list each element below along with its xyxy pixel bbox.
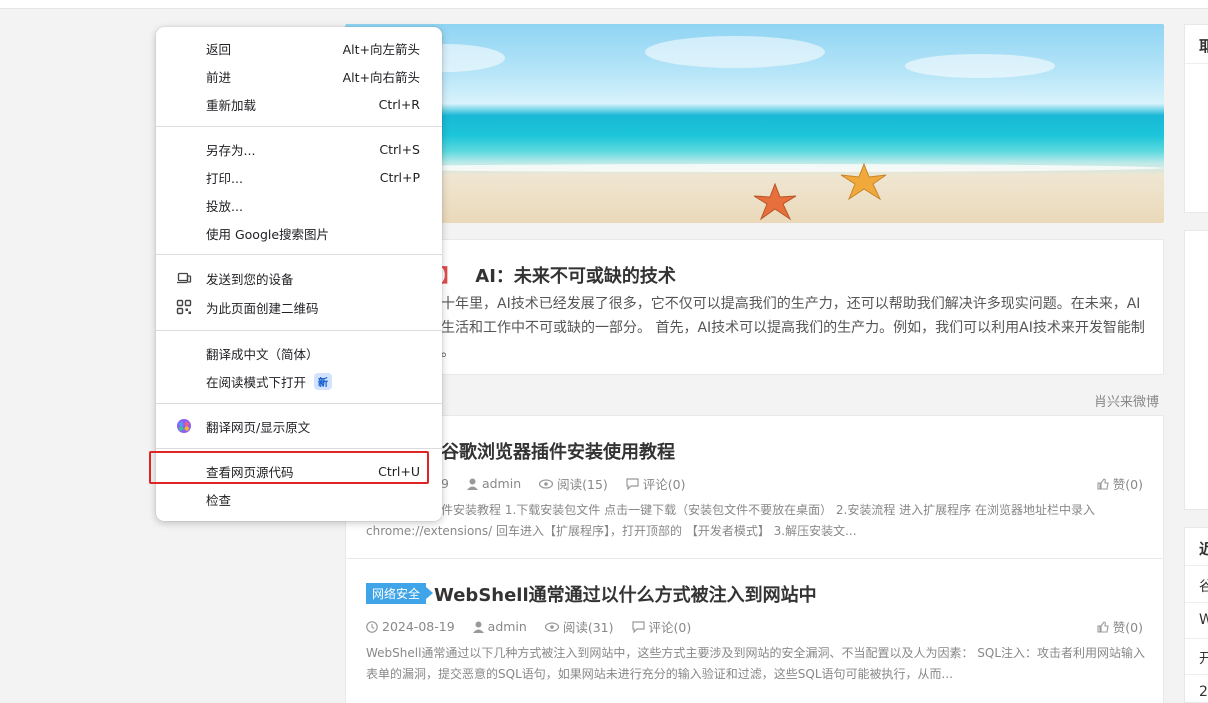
comment-icon bbox=[626, 477, 639, 490]
post-views: 阅读(31) bbox=[544, 617, 614, 636]
featured-excerpt: 十年里，AI技术已经发展了很多，它不仅可以提高我们的生产力，还可以帮助我们解决许… bbox=[441, 296, 1145, 360]
starfish-yellow-icon bbox=[840, 162, 887, 201]
featured-title[interactable]: 】 AI：未来不可或缺的技术 bbox=[441, 262, 676, 288]
featured-article: 】 AI：未来不可或缺的技术 十年里，AI技术已经发展了很多，它不仅可以提高我们… bbox=[345, 239, 1164, 375]
post-excerpt: 件安装教程 1.下载安装包文件 点击一键下载（安装包文件不要放在桌面） 2.安装… bbox=[366, 503, 1095, 538]
featured-tag: 】 bbox=[441, 266, 459, 287]
post-date: 2024-08-19 bbox=[366, 619, 455, 634]
thumbs-up-icon bbox=[1097, 477, 1109, 490]
menu-item-inspect[interactable]: 检查 bbox=[156, 485, 442, 513]
like-button[interactable]: 赞(0) bbox=[1097, 617, 1143, 636]
new-badge: 新 bbox=[314, 372, 333, 390]
menu-item-cast[interactable]: 投放... bbox=[156, 191, 442, 219]
menu-separator bbox=[156, 126, 442, 127]
sidebar-box-3: 近 谷 W 开 2 bbox=[1184, 527, 1208, 703]
sidebar-list-item[interactable]: 2 bbox=[1199, 684, 1208, 700]
like-button[interactable]: 赞(0) bbox=[1097, 474, 1143, 493]
menu-item-send-to-device[interactable]: 发送到您的设备 bbox=[156, 264, 442, 292]
sidebar-box-1-title: 耶 bbox=[1199, 37, 1208, 55]
comment-icon bbox=[631, 620, 645, 633]
menu-separator bbox=[156, 330, 442, 331]
translate-extension-icon bbox=[177, 419, 191, 433]
post-card: 谷歌浏览器插件安装使用教程 9 admin 阅读(15) 评论(0) 赞(0) … bbox=[345, 415, 1164, 559]
clock-icon bbox=[366, 620, 378, 633]
sidebar-box-1: 耶 bbox=[1184, 24, 1208, 213]
device-icon bbox=[177, 272, 192, 284]
context-menu: 返回 Alt+向左箭头 前进 Alt+向右箭头 重新加载 Ctrl+R 另存为... C… bbox=[156, 27, 442, 521]
qr-code-icon bbox=[176, 299, 192, 315]
post-card: 网络安全 WebShell通常通过以什么方式被注入到网站中 2024-08-19 … bbox=[345, 559, 1164, 703]
post-comments[interactable]: 评论(0) bbox=[626, 474, 686, 493]
category-badge[interactable]: 网络安全 bbox=[366, 583, 434, 604]
menu-separator bbox=[156, 403, 442, 404]
post-author[interactable]: admin bbox=[472, 619, 527, 634]
menu-item-translate-extension[interactable]: 翻译网页/显示原文 bbox=[156, 412, 442, 440]
menu-item-reading-mode[interactable]: 在阅读模式下打开新 bbox=[156, 367, 442, 395]
menu-item-save-as[interactable]: 另存为... Ctrl+S bbox=[156, 135, 442, 163]
post-views: 阅读(15) bbox=[539, 474, 608, 493]
menu-item-print[interactable]: 打印... Ctrl+P bbox=[156, 163, 442, 191]
sidebar-box-2 bbox=[1184, 230, 1208, 510]
post-date: 9 bbox=[441, 476, 449, 491]
eye-icon bbox=[539, 478, 554, 489]
sidebar-list-item[interactable]: 开 bbox=[1199, 648, 1208, 668]
weibo-link[interactable]: 肖兴来微博 bbox=[1094, 391, 1159, 410]
starfish-orange-icon bbox=[753, 182, 797, 221]
hero-banner[interactable] bbox=[345, 24, 1164, 223]
sidebar-box-3-title: 近 bbox=[1199, 540, 1208, 558]
sidebar-list-item[interactable]: 谷 bbox=[1199, 576, 1208, 596]
post-title[interactable]: 谷歌浏览器插件安装使用教程 bbox=[441, 438, 675, 464]
post-author[interactable]: admin bbox=[466, 476, 521, 491]
post-meta: 2024-08-19 admin 阅读(31) 评论(0) bbox=[366, 617, 691, 636]
highlight-box bbox=[149, 451, 429, 484]
menu-item-reload[interactable]: 重新加载 Ctrl+R bbox=[156, 90, 442, 118]
menu-item-back[interactable]: 返回 Alt+向左箭头 bbox=[156, 34, 442, 62]
menu-item-forward[interactable]: 前进 Alt+向右箭头 bbox=[156, 62, 442, 90]
menu-separator bbox=[156, 254, 442, 255]
thumbs-up-icon bbox=[1097, 620, 1109, 633]
menu-item-translate[interactable]: 翻译成中文（简体） bbox=[156, 339, 442, 367]
post-excerpt: WebShell通常通过以下几种方式被注入到网站中，这些方式主要涉及到网站的安全… bbox=[366, 646, 1146, 681]
top-bar bbox=[0, 0, 1208, 9]
post-comments[interactable]: 评论(0) bbox=[631, 617, 691, 636]
post-meta: 9 admin 阅读(15) 评论(0) bbox=[441, 474, 686, 493]
eye-icon bbox=[544, 621, 559, 632]
menu-item-create-qr[interactable]: 为此页面创建二维码 bbox=[156, 293, 442, 321]
sidebar-list-item[interactable]: W bbox=[1199, 612, 1208, 628]
menu-item-google-image-search[interactable]: 使用 Google搜索图片 bbox=[156, 219, 442, 247]
post-title[interactable]: 网络安全 WebShell通常通过以什么方式被注入到网站中 bbox=[366, 581, 817, 607]
menu-separator bbox=[156, 448, 442, 449]
user-icon bbox=[472, 621, 484, 633]
user-icon bbox=[466, 478, 478, 490]
